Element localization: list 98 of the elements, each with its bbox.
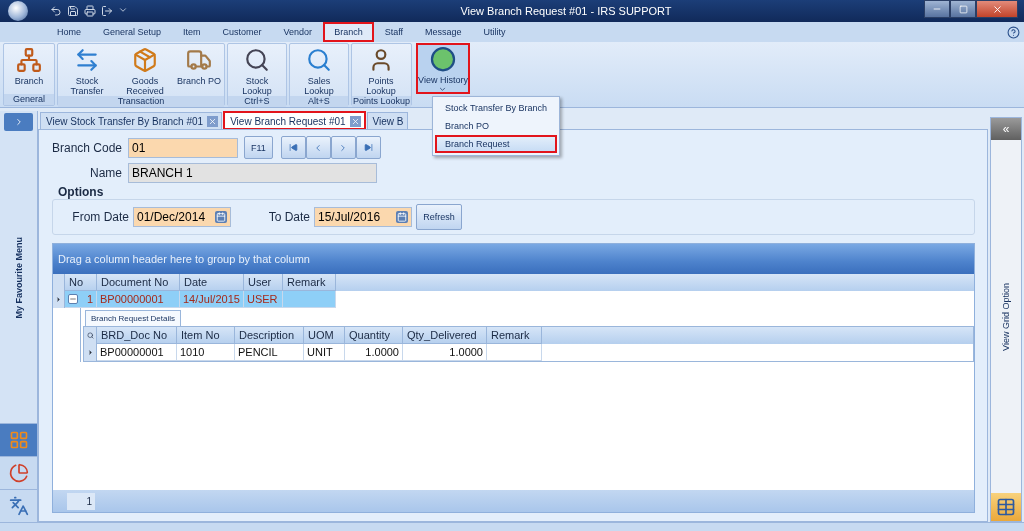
menu-tab[interactable]: Message: [414, 22, 473, 42]
help-icon[interactable]: [1007, 25, 1020, 39]
table-cell: BP00000001: [97, 344, 177, 361]
panel-title: View Grid Option: [1001, 282, 1011, 351]
table-cell: UNIT: [304, 344, 345, 361]
ribbon-group-label: General: [4, 94, 54, 105]
undo-icon[interactable]: [50, 5, 62, 17]
maximize-button[interactable]: [950, 0, 976, 18]
ribbon-button[interactable]: Goods Received: [116, 44, 174, 96]
table-cell: 1010: [177, 344, 235, 361]
ribbon-button[interactable]: Sales Lookup: [290, 44, 348, 96]
field-label: From Date: [71, 210, 129, 224]
calendar-icon[interactable]: [215, 211, 227, 223]
collapse-button[interactable]: «: [991, 118, 1021, 140]
printer-icon[interactable]: [84, 5, 96, 17]
truck-icon: [186, 47, 212, 73]
menu-item[interactable]: Stock Transfer By Branch: [435, 99, 558, 117]
field-label: To Date: [267, 210, 310, 224]
table-cell: USER: [244, 291, 283, 308]
grid-option-button[interactable]: [991, 493, 1021, 521]
field-label: Branch Code: [52, 140, 122, 155]
table-cell: 14/Jul/2015: [180, 291, 244, 308]
close-button[interactable]: [976, 0, 1018, 18]
ribbon-button[interactable]: Stock Lookup: [228, 44, 286, 96]
refresh-button[interactable]: Refresh: [416, 204, 462, 230]
detail-tab[interactable]: Branch Request Details: [85, 310, 182, 326]
table-cell: BP00000001: [97, 291, 180, 308]
exit-icon[interactable]: [101, 5, 113, 17]
calendar-icon[interactable]: [396, 211, 408, 223]
group-panel: Drag a column header here to group by that column: [53, 244, 974, 274]
table-icon: [996, 497, 1016, 517]
collapse-icon[interactable]: [68, 294, 78, 304]
date-field[interactable]: 01/Dec/2014: [133, 207, 231, 227]
ribbon-button[interactable]: Branch: [4, 44, 54, 94]
sidebar-button[interactable]: [0, 423, 37, 456]
menu-tab[interactable]: Item: [172, 22, 212, 42]
document-tab[interactable]: View B: [366, 112, 408, 129]
menu-item[interactable]: Branch Request: [435, 135, 558, 153]
previous-button[interactable]: [305, 136, 331, 159]
last-button[interactable]: [355, 136, 381, 159]
menu-tab[interactable]: Vendor: [272, 22, 324, 42]
ribbon-group-label: Ctrl+S: [228, 96, 286, 107]
menu-tab[interactable]: Utility: [472, 22, 517, 42]
language-icon: [8, 496, 29, 516]
menu-tab[interactable]: Staff: [373, 22, 414, 42]
field-label: Name: [89, 166, 122, 180]
last-icon: [363, 143, 373, 152]
branch-code-field[interactable]: 01: [128, 137, 238, 158]
menu-tab[interactable]: Branch: [323, 22, 374, 42]
document-tab[interactable]: View Branch Request #01: [224, 112, 365, 129]
ribbon-button[interactable]: Points Lookup: [352, 44, 410, 96]
name-field: BRANCH 1: [128, 163, 377, 183]
sidebar-button[interactable]: [0, 489, 37, 522]
document-tab[interactable]: View Stock Transfer By Branch #01: [40, 112, 223, 129]
table-cell: 1.0000: [403, 344, 487, 361]
window-title: View Branch Request #01 - IRS SUPPORT: [459, 5, 673, 17]
sidebar-button[interactable]: [0, 456, 37, 489]
close-icon[interactable]: [349, 115, 361, 127]
lookup-button[interactable]: F11: [244, 136, 273, 159]
search-icon: [244, 47, 270, 73]
row-indicator-icon: [55, 296, 62, 303]
box-icon: [132, 47, 158, 73]
table-cell: PENCIL: [235, 344, 304, 361]
menu-item[interactable]: Branch PO: [435, 117, 558, 135]
search-icon: [306, 47, 332, 73]
record-count: 1: [67, 492, 95, 510]
caret-icon: [438, 85, 448, 94]
ribbon-button[interactable]: View History: [416, 43, 470, 94]
close-icon: [991, 3, 1003, 15]
next-button[interactable]: [330, 136, 356, 159]
menu-tab[interactable]: Home: [46, 22, 92, 42]
row-indicator-icon: [86, 349, 94, 356]
close-icon[interactable]: [207, 115, 219, 127]
network-icon: [16, 47, 42, 73]
menu-tab[interactable]: General Setup: [92, 22, 173, 42]
table-cell: [283, 291, 336, 308]
minimize-button[interactable]: [924, 0, 950, 18]
blocks-icon: [8, 430, 29, 450]
table-cell: [487, 344, 542, 361]
date-field[interactable]: 15/Jul/2016: [314, 207, 412, 227]
ribbon-group-label: Alt+S: [290, 96, 348, 107]
save-icon[interactable]: [67, 5, 79, 17]
sidebar-title: My Favourite Menu: [13, 237, 24, 319]
search-icon: [86, 332, 94, 339]
first-icon: [288, 143, 298, 152]
transfer-icon: [74, 47, 100, 73]
ribbon-group-label: Points Lookup: [352, 96, 412, 107]
app-menu-button[interactable]: [8, 1, 28, 21]
menu-tab[interactable]: Customer: [211, 22, 273, 42]
ribbon-button[interactable]: Stock Transfer: [58, 44, 116, 96]
customize-icon[interactable]: [118, 5, 128, 15]
table-cell: 1: [65, 291, 97, 308]
first-button[interactable]: [280, 136, 306, 159]
ribbon-button[interactable]: Branch PO: [174, 44, 224, 96]
maximize-icon: [958, 4, 968, 14]
ribbon-group-label: Transaction: [58, 96, 224, 107]
section-title: Options: [58, 185, 105, 199]
table-cell: 1.0000: [345, 344, 403, 361]
